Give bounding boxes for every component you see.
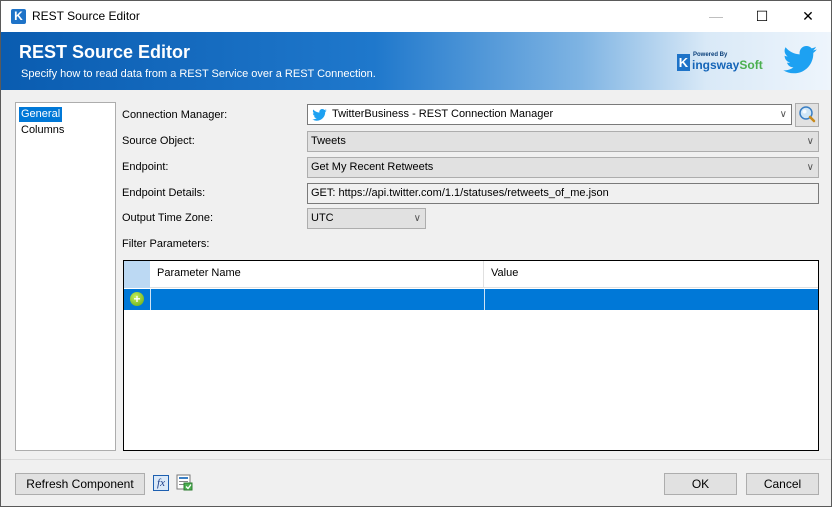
endpoint-label: Endpoint: <box>122 161 169 173</box>
output-time-zone-label: Output Time Zone: <box>122 212 214 224</box>
expression-fx-icon[interactable]: fx <box>153 475 169 491</box>
column-header-parameter-name[interactable]: Parameter Name <box>150 261 484 288</box>
source-object-label: Source Object: <box>122 135 195 147</box>
kingswaysoft-app-icon: K <box>11 9 26 24</box>
close-button[interactable]: ✕ <box>785 1 831 32</box>
connection-manager-select[interactable]: TwitterBusiness - REST Connection Manage… <box>307 104 792 125</box>
endpoint-details-value: GET: https://api.twitter.com/1.1/statuse… <box>311 187 609 199</box>
connection-manager-label: Connection Manager: <box>122 109 228 121</box>
ok-button[interactable]: OK <box>664 473 737 495</box>
column-header-value[interactable]: Value <box>484 261 818 288</box>
refresh-component-button[interactable]: Refresh Component <box>15 473 145 495</box>
kingswaysoft-k-icon: K <box>677 54 690 71</box>
row-divider <box>150 289 151 310</box>
twitter-bird-icon <box>783 46 817 74</box>
source-object-select[interactable]: Tweets ∨ <box>307 131 819 152</box>
chevron-down-icon: ∨ <box>806 162 814 173</box>
chevron-down-icon: ∨ <box>413 213 421 224</box>
magnifier-icon <box>799 106 816 123</box>
banner-subtitle: Specify how to read data from a REST Ser… <box>21 68 376 80</box>
cancel-button[interactable]: Cancel <box>746 473 819 495</box>
section-nav-list: General Columns <box>15 102 116 451</box>
window-title: REST Source Editor <box>32 9 140 23</box>
endpoint-value: Get My Recent Retweets <box>311 161 434 173</box>
header-banner: REST Source Editor Specify how to read d… <box>1 32 831 90</box>
endpoint-select[interactable]: Get My Recent Retweets ∨ <box>307 157 819 178</box>
brand-name-main: ingsway <box>692 58 740 72</box>
minimize-button[interactable]: — <box>693 1 739 32</box>
output-time-zone-select[interactable]: UTC ∨ <box>307 208 426 229</box>
filter-parameters-grid[interactable]: Parameter Name Value + <box>123 260 819 451</box>
connection-manager-value: TwitterBusiness - REST Connection Manage… <box>332 108 554 120</box>
brand-name: ingswaySoft <box>692 58 763 72</box>
nav-item-general[interactable]: General <box>19 107 63 122</box>
endpoint-details-field[interactable]: GET: https://api.twitter.com/1.1/statuse… <box>307 183 819 204</box>
properties-grid-icon[interactable] <box>176 474 193 491</box>
grid-header-corner <box>124 261 150 288</box>
banner-title: REST Source Editor <box>19 42 191 62</box>
rest-source-editor-window: K REST Source Editor — ☐ ✕ REST Source E… <box>0 0 832 507</box>
endpoint-details-label: Endpoint Details: <box>122 187 206 199</box>
browse-connection-button[interactable] <box>795 103 819 127</box>
filter-parameters-label: Filter Parameters: <box>122 238 210 250</box>
source-object-value: Tweets <box>311 135 346 147</box>
chevron-down-icon: ∨ <box>806 136 814 147</box>
maximize-button[interactable]: ☐ <box>739 1 785 32</box>
chevron-down-icon: ∨ <box>779 109 787 120</box>
grid-new-row[interactable]: + <box>124 289 818 310</box>
grid-header: Parameter Name Value <box>124 261 818 288</box>
nav-item-columns[interactable]: Columns <box>19 123 66 138</box>
row-divider <box>484 289 485 310</box>
footer-divider <box>1 459 831 460</box>
twitter-bird-icon <box>312 109 327 121</box>
output-time-zone-value: UTC <box>311 212 334 224</box>
title-bar: K REST Source Editor — ☐ ✕ <box>1 1 831 32</box>
add-row-icon[interactable]: + <box>130 292 144 306</box>
brand-name-soft: Soft <box>739 58 763 72</box>
